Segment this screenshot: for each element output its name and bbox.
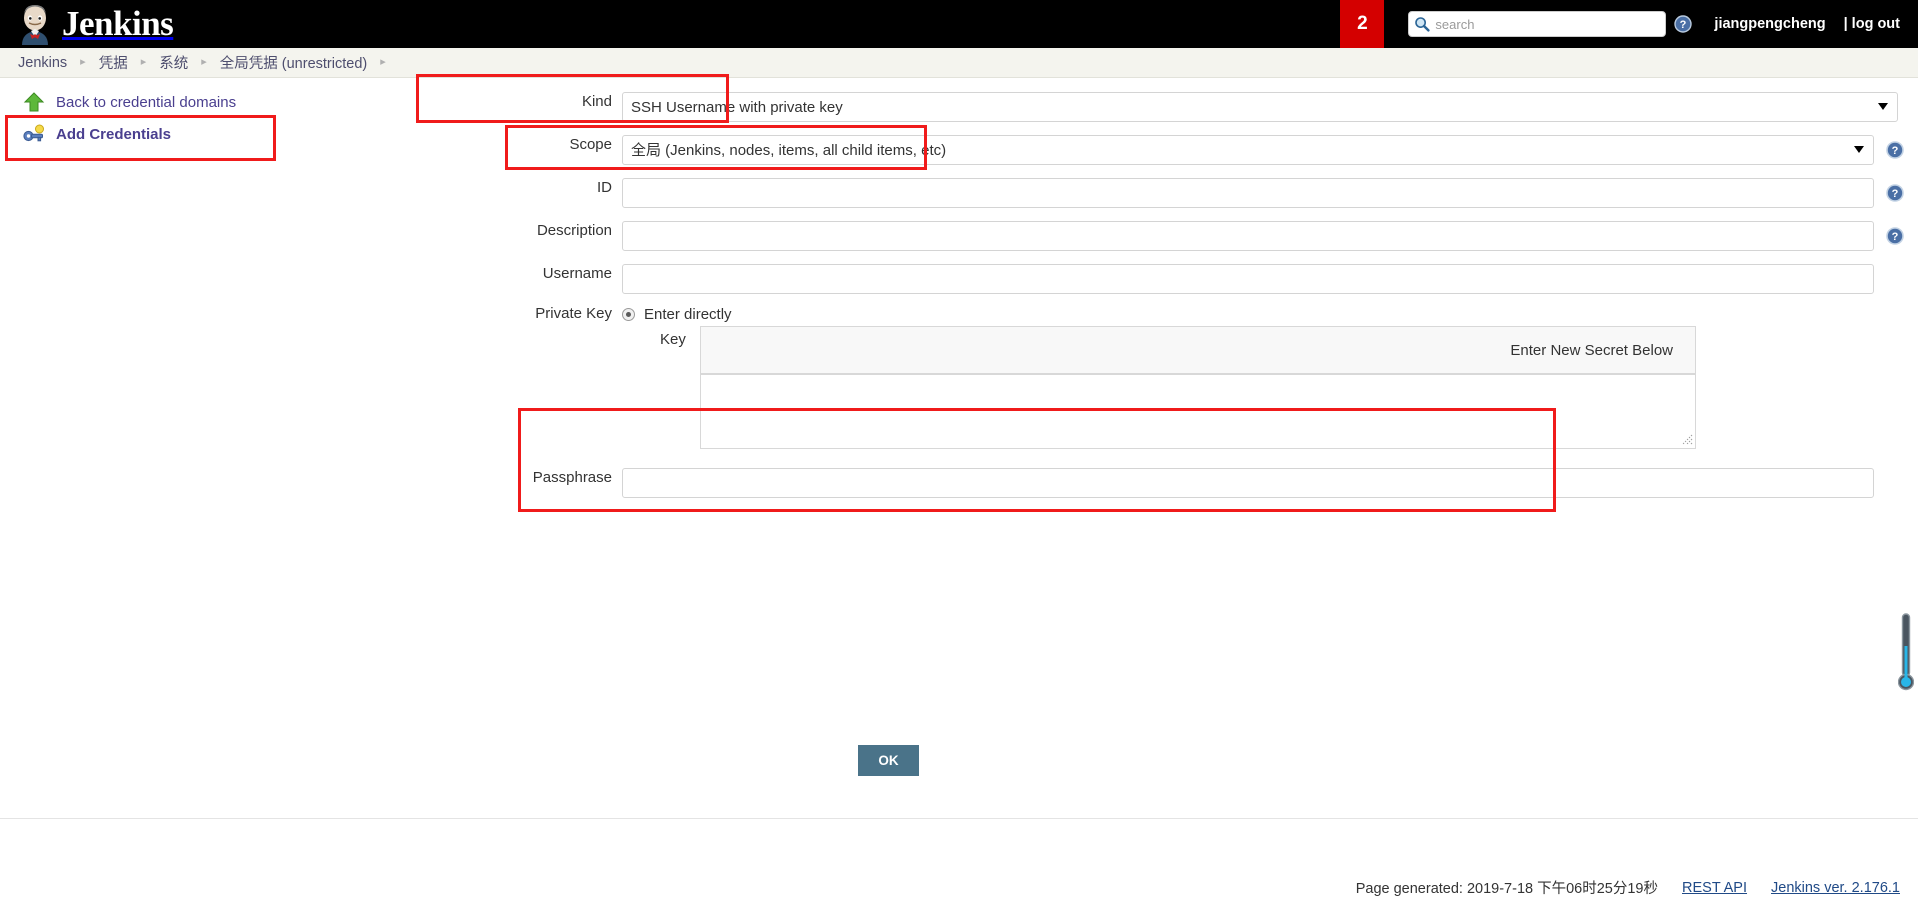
private-key-label: Private Key	[535, 305, 612, 322]
enter-new-secret-text: Enter New Secret Below	[1510, 341, 1673, 359]
breadcrumb: Jenkins ▸ 凭据 ▸ 系统 ▸ 全局凭据 (unrestricted) …	[0, 48, 1918, 78]
sidebar-item-add-credentials[interactable]: Add Credentials	[0, 118, 470, 150]
id-label: ID	[597, 179, 612, 196]
chevron-right-icon: ▸	[201, 56, 207, 68]
form-row-passphrase: Passphrase	[470, 468, 1918, 498]
form-row-description: Description ?	[470, 221, 1918, 251]
chevron-right-icon: ▸	[380, 56, 386, 68]
breadcrumb-item-global-credentials[interactable]: 全局凭据 (unrestricted)	[220, 52, 367, 73]
breadcrumb-item-jenkins[interactable]: Jenkins	[18, 55, 67, 71]
scope-select[interactable]: 全局 (Jenkins, nodes, items, all child ite…	[622, 135, 1874, 165]
scrollbar-thumb[interactable]	[1897, 612, 1915, 696]
description-input[interactable]	[622, 221, 1874, 251]
scope-help-icon[interactable]: ?	[1886, 141, 1904, 159]
search-box[interactable]	[1408, 11, 1667, 37]
search-help-icon[interactable]: ?	[1674, 15, 1693, 33]
key-icon	[22, 122, 46, 146]
enter-new-secret-banner: Enter New Secret Below	[700, 326, 1696, 374]
jenkins-home-link[interactable]: Jenkins	[14, 0, 174, 48]
id-help-icon[interactable]: ?	[1886, 184, 1904, 202]
svg-text:?: ?	[1892, 145, 1899, 157]
breadcrumb-item-credentials[interactable]: 凭据	[99, 52, 128, 73]
current-user-link[interactable]: jiangpengcheng	[1714, 16, 1825, 32]
scope-label: Scope	[569, 136, 612, 153]
enter-directly-radio-row[interactable]: Enter directly	[622, 304, 1874, 324]
form-row-username: Username	[470, 264, 1918, 294]
chevron-right-icon: ▸	[140, 56, 147, 68]
form-row-kind: Kind SSH Username with private keyUserna…	[470, 92, 1918, 122]
chevron-right-icon: ▸	[80, 56, 86, 68]
key-label: Key	[660, 331, 688, 348]
svg-text:?: ?	[1892, 188, 1899, 200]
passphrase-label: Passphrase	[532, 469, 612, 486]
description-label: Description	[536, 222, 612, 239]
form-row-id: ID ?	[470, 178, 1918, 208]
kind-select[interactable]: SSH Username with private keyUsername wi…	[622, 92, 1898, 122]
jenkins-wordmark: Jenkins	[62, 4, 174, 43]
rest-api-link[interactable]: REST API	[1682, 880, 1747, 896]
credential-form: Kind SSH Username with private keyUserna…	[470, 78, 1918, 818]
enter-directly-label: Enter directly	[644, 305, 732, 323]
page-footer: Page generated: 2019-7-18 下午06时25分19秒 RE…	[0, 818, 1918, 898]
jenkins-butler-icon	[14, 3, 56, 45]
up-arrow-icon	[22, 90, 46, 114]
id-input[interactable]	[622, 178, 1874, 208]
svg-text:?: ?	[1892, 231, 1899, 243]
ok-button[interactable]: OK	[858, 745, 919, 776]
jenkins-version-link[interactable]: Jenkins ver. 2.176.1	[1771, 880, 1900, 896]
svg-text:?: ?	[1680, 19, 1687, 31]
page-generated-text: Page generated: 2019-7-18 下午06时25分19秒	[1355, 881, 1658, 897]
search-icon	[1414, 16, 1431, 32]
form-row-private-key: Private Key Enter directly Key Enter New…	[470, 304, 1918, 464]
private-key-textarea[interactable]	[700, 374, 1696, 449]
sidebar: Back to credential domains Add Credentia…	[0, 78, 470, 818]
sidebar-item-back-to-credential-domains[interactable]: Back to credential domains	[0, 86, 470, 118]
search-input[interactable]	[1408, 11, 1667, 37]
username-label: Username	[542, 265, 612, 282]
notification-badge[interactable]: 2	[1340, 0, 1385, 48]
kind-label: Kind	[581, 93, 612, 110]
sidebar-item-label: Add Credentials	[56, 125, 172, 143]
top-header-bar: Jenkins 2 ? jiangpengcheng | log out	[0, 0, 1918, 48]
breadcrumb-item-system[interactable]: 系统	[159, 52, 188, 73]
enter-directly-radio[interactable]	[622, 307, 635, 321]
username-input[interactable]	[622, 264, 1874, 294]
form-row-scope: Scope 全局 (Jenkins, nodes, items, all chi…	[470, 135, 1918, 165]
passphrase-input[interactable]	[622, 468, 1874, 498]
sidebar-item-label: Back to credential domains	[56, 93, 237, 111]
description-help-icon[interactable]: ?	[1886, 227, 1904, 245]
logout-link[interactable]: | log out	[1844, 16, 1900, 32]
